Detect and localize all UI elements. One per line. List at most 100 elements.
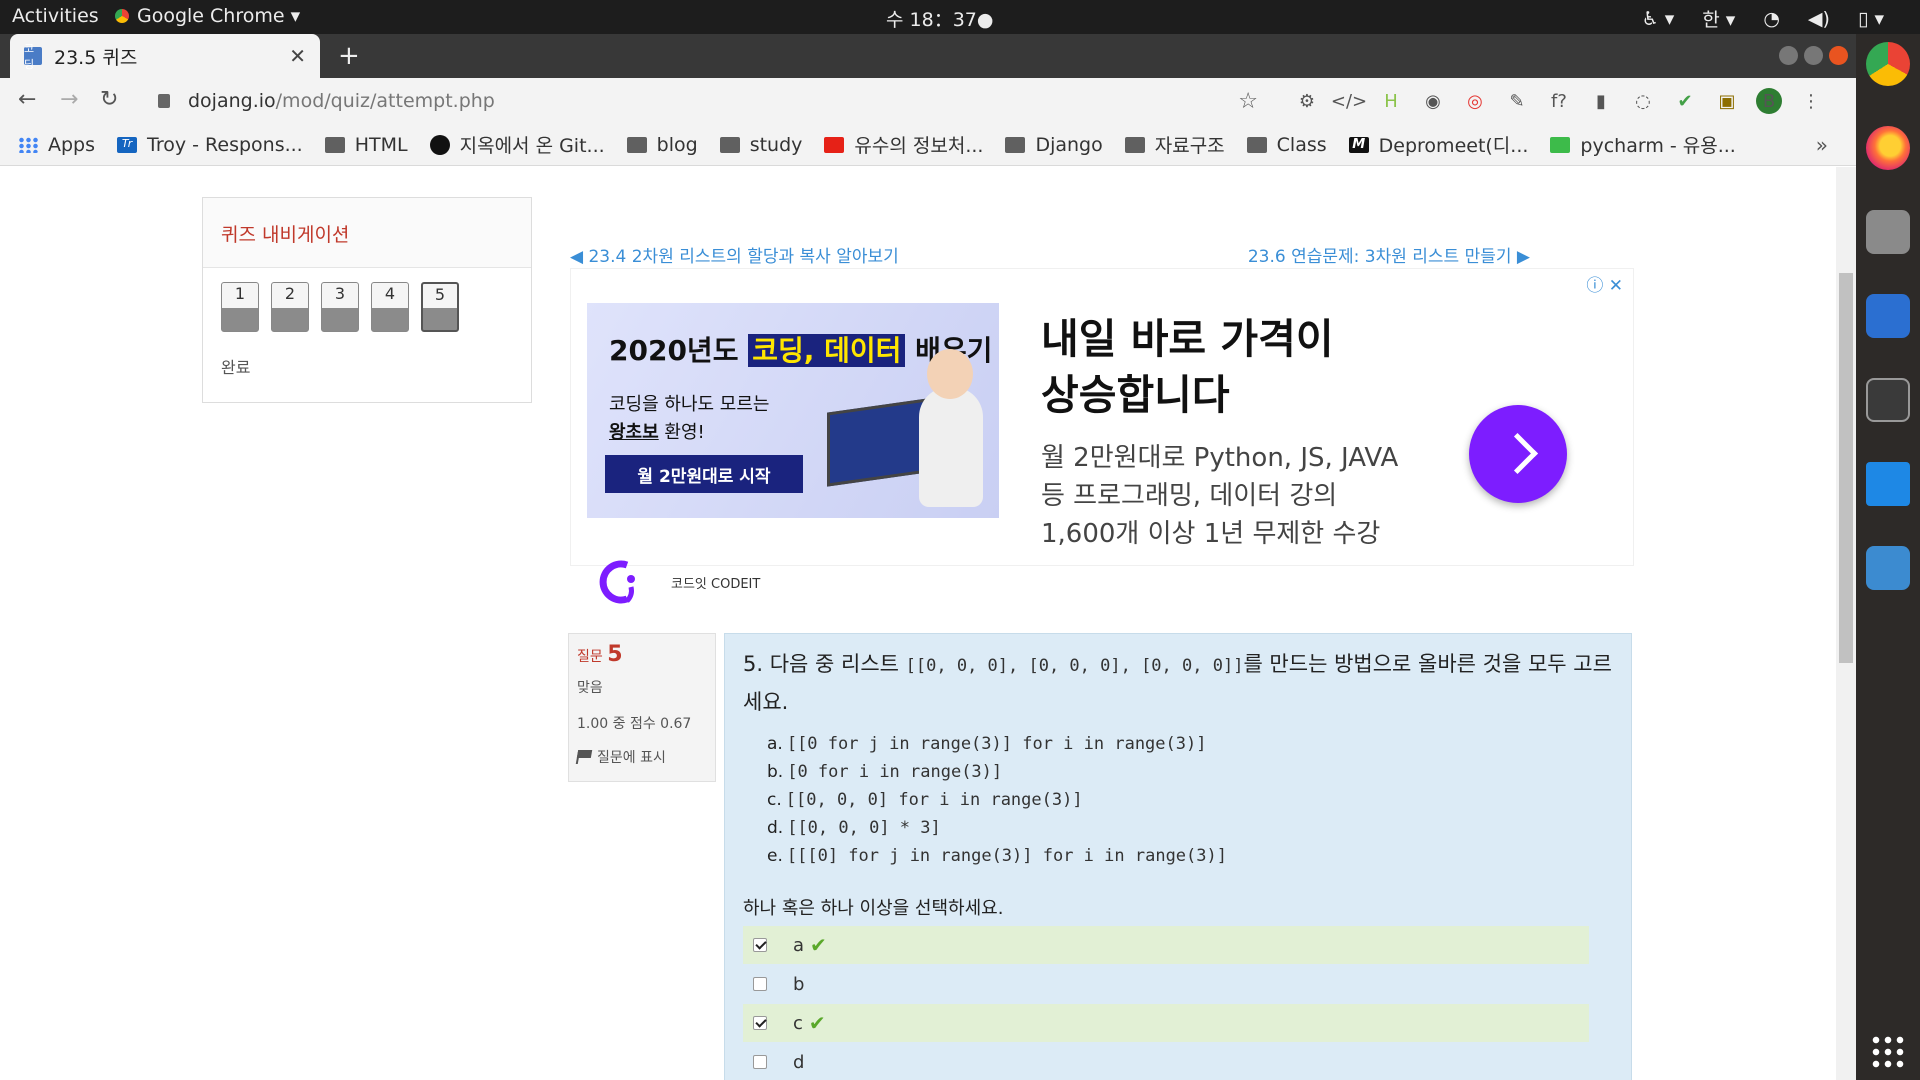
accessibility-icon[interactable]: ♿ ▾	[1642, 8, 1675, 30]
battery-icon[interactable]: ▯ ▾	[1858, 8, 1884, 30]
ad-body[interactable]: 월 2만원대로 Python, JS, JAVA 등 프로그래밍, 데이터 강의…	[1041, 439, 1401, 553]
terminal-icon[interactable]	[1866, 378, 1910, 422]
answer-row[interactable]: d	[743, 1043, 1589, 1080]
advertisement[interactable]: ⓘ ✕ 2020년도 코딩, 데이터 배우기 코딩을 하나도 모르는왕초보 환영…	[570, 268, 1634, 604]
flag-question-button[interactable]: 질문에 표시	[575, 747, 707, 767]
bookmark-star-icon[interactable]: ☆	[1238, 89, 1258, 114]
input-method[interactable]: 한 ▾	[1702, 5, 1735, 32]
extension-icon[interactable]: ◌	[1630, 88, 1656, 114]
close-window-button[interactable]	[1829, 46, 1848, 65]
bookmark-depromeet[interactable]: M Depromeet(디...	[1348, 131, 1529, 158]
activities-button[interactable]: Activities	[12, 5, 99, 27]
answer-row[interactable]: a ✔	[743, 926, 1589, 964]
ad-banner-image[interactable]: 2020년도 코딩, 데이터 배우기 코딩을 하나도 모르는왕초보 환영! 월 …	[587, 303, 999, 518]
tab-close-icon[interactable]: ✕	[289, 44, 306, 68]
files-icon[interactable]	[1866, 210, 1910, 254]
show-applications-icon[interactable]	[1870, 1034, 1906, 1070]
answer-row[interactable]: b	[743, 965, 1589, 1003]
answer-checkbox[interactable]	[753, 938, 767, 952]
bookmark-datastructure[interactable]: 자료구조	[1124, 131, 1225, 158]
next-lesson-link[interactable]: 23.6 연습문제: 3차원 리스트 만들기 ▶	[1248, 242, 1530, 267]
address-bar[interactable]: dojang.io/mod/quiz/attempt.php ☆	[140, 84, 1268, 118]
extension-icon[interactable]: ⚙	[1294, 88, 1320, 114]
question-grade: 1.00 중 점수 0.67	[577, 716, 692, 732]
extension-icon[interactable]: </>	[1331, 88, 1367, 114]
bookmark-git[interactable]: 지옥에서 온 Git...	[429, 131, 605, 158]
extension-icon[interactable]: ✔	[1672, 88, 1698, 114]
bookmark-blog[interactable]: blog	[626, 134, 698, 156]
folder-icon	[1005, 136, 1026, 153]
bookmark-troy[interactable]: Tr Troy - Respons...	[117, 134, 303, 156]
extension-icon[interactable]: ◉	[1420, 88, 1446, 114]
ad-choices-icon[interactable]: ⓘ ✕	[1586, 271, 1623, 296]
maximize-button[interactable]	[1804, 46, 1823, 65]
question-button-5[interactable]: 5	[421, 282, 459, 332]
finish-link[interactable]: 완료	[203, 332, 531, 378]
tab-title: 23.5 퀴즈	[54, 46, 138, 69]
quiz-question-buttons: 1 2 3 4 5	[203, 268, 531, 332]
answer-row[interactable]: c ✔	[743, 1004, 1589, 1042]
question-button-1[interactable]: 1	[221, 282, 259, 332]
browser-tab[interactable]: 코딩 23.5 퀴즈 ✕	[10, 34, 320, 78]
system-tray[interactable]: ♿ ▾ 한 ▾ ◔ ◀) ▯ ▾	[1642, 5, 1884, 32]
bookmark-html[interactable]: HTML	[324, 134, 408, 156]
question-button-4[interactable]: 4	[371, 282, 409, 332]
vscode-icon[interactable]	[1866, 462, 1910, 506]
image-viewer-icon[interactable]	[1866, 546, 1910, 590]
back-button[interactable]: ←	[18, 87, 36, 112]
ad-banner-line3: 환영!	[658, 422, 705, 443]
youtube-icon	[824, 136, 845, 153]
answer-checkbox[interactable]	[753, 977, 767, 991]
extension-icon[interactable]: ✎	[1504, 88, 1530, 114]
bookmark-youtube[interactable]: 유수의 정보처...	[824, 131, 983, 158]
answer-checkbox[interactable]	[753, 1055, 767, 1069]
option-letter: e.	[767, 846, 783, 866]
lock-icon[interactable]	[158, 94, 170, 108]
answer-checkbox[interactable]	[753, 1016, 767, 1030]
ad-headline[interactable]: 내일 바로 가격이 상승합니다	[1041, 311, 1361, 423]
volume-icon[interactable]: ◀)	[1808, 8, 1830, 30]
scrollbar-thumb[interactable]	[1839, 273, 1853, 663]
extension-icon[interactable]: f?	[1546, 88, 1572, 114]
bookmark-study[interactable]: study	[719, 134, 802, 156]
firefox-icon[interactable]	[1866, 126, 1910, 170]
question-button-3[interactable]: 3	[321, 282, 359, 332]
trello-icon: Tr	[117, 136, 138, 153]
ad-banner-cta[interactable]: 월 2만원대로 시작	[605, 455, 803, 493]
question-button-2[interactable]: 2	[271, 282, 309, 332]
minimize-button[interactable]	[1779, 46, 1798, 65]
ad-brand-name: 코드잇 CODEIT	[671, 577, 761, 592]
reload-button[interactable]: ↻	[100, 87, 118, 112]
option-code: [0 for i in range(3)]	[787, 762, 1003, 782]
option-item: a. [[0 for j in range(3)] for i in range(…	[767, 730, 1613, 758]
wifi-icon[interactable]: ◔	[1763, 8, 1780, 30]
chrome-menu-icon[interactable]: ⋮	[1798, 88, 1824, 114]
url-host: dojang.io	[188, 90, 276, 112]
bookmarks-bar: Apps Tr Troy - Respons... HTML 지옥에서 온 Git…	[0, 124, 1856, 166]
new-tab-button[interactable]: +	[338, 41, 360, 71]
bookmark-label: 지옥에서 온 Git...	[459, 135, 605, 157]
extension-icon[interactable]: ◎	[1462, 88, 1488, 114]
extension-icon[interactable]: H	[1378, 88, 1404, 114]
clock[interactable]: 수 18：37●	[886, 5, 993, 32]
bookmark-class[interactable]: Class	[1246, 134, 1327, 156]
todo-icon[interactable]	[1866, 294, 1910, 338]
answer-label: a	[793, 934, 805, 956]
chrome-icon[interactable]	[1866, 42, 1910, 86]
bookmark-django[interactable]: Django	[1005, 134, 1103, 156]
profile-avatar[interactable]: B	[1756, 88, 1782, 114]
bookmark-label: Depromeet(디...	[1378, 135, 1529, 157]
forward-button[interactable]: →	[60, 87, 78, 112]
url-path: /mod/quiz/attempt.php	[275, 90, 495, 112]
extension-icon[interactable]: ▣	[1714, 88, 1740, 114]
ad-arrow-button[interactable]	[1469, 405, 1567, 503]
prev-lesson-link[interactable]: ◀ 23.4 2차원 리스트의 할당과 복사 알아보기	[570, 242, 899, 267]
bookmarks-overflow-button[interactable]: »	[1816, 133, 1828, 157]
bookmark-pycharm[interactable]: pycharm - 유용...	[1550, 131, 1736, 158]
bookmark-apps[interactable]: Apps	[18, 134, 95, 156]
app-menu[interactable]: Google Chrome ▾	[115, 5, 300, 27]
folder-icon	[1246, 136, 1267, 153]
page-scrollbar[interactable]	[1836, 167, 1856, 1080]
extensions-area: ⚙ </> H ◉ ◎ ✎ f? ▮ ◌ ✔ ▣ B ⋮	[1294, 88, 1824, 114]
extension-icon[interactable]: ▮	[1588, 88, 1614, 114]
